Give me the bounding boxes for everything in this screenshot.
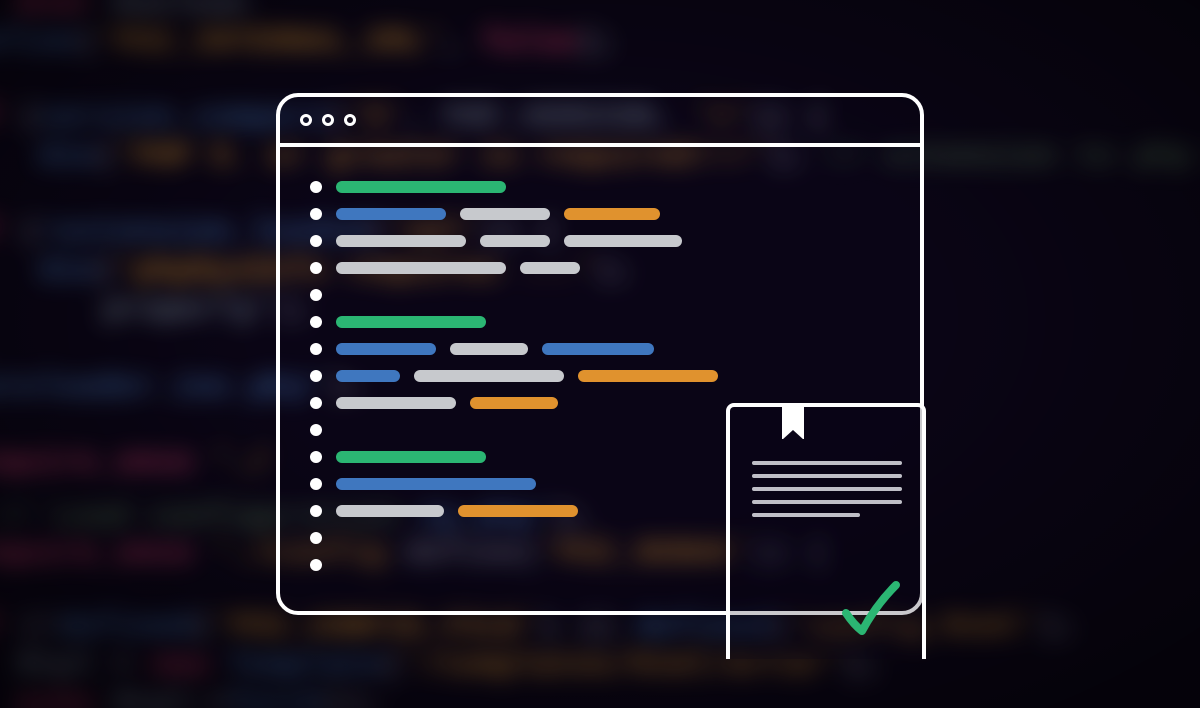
line-bullet-icon xyxy=(310,289,322,301)
illustration-stage xyxy=(0,0,1200,708)
document-card xyxy=(726,403,926,659)
code-line xyxy=(310,173,890,200)
code-line xyxy=(310,362,890,389)
code-token-gray xyxy=(480,235,550,247)
code-token-gray xyxy=(414,370,564,382)
window-control-icon xyxy=(300,114,312,126)
checkmark-icon xyxy=(836,575,906,645)
code-line xyxy=(310,335,890,362)
code-token-green xyxy=(336,181,506,193)
document-text-line xyxy=(752,487,902,491)
code-token-gray xyxy=(460,208,550,220)
code-line xyxy=(310,281,890,308)
line-bullet-icon xyxy=(310,397,322,409)
window-titlebar xyxy=(280,97,920,147)
line-bullet-icon xyxy=(310,235,322,247)
line-bullet-icon xyxy=(310,451,322,463)
line-bullet-icon xyxy=(310,262,322,274)
line-bullet-icon xyxy=(310,316,322,328)
window-control-icon xyxy=(344,114,356,126)
code-token-orange xyxy=(470,397,558,409)
window-control-icon xyxy=(322,114,334,126)
code-token-gray xyxy=(336,505,444,517)
line-bullet-icon xyxy=(310,181,322,193)
line-bullet-icon xyxy=(310,478,322,490)
document-text-lines xyxy=(752,461,900,517)
code-token-gray xyxy=(336,397,456,409)
document-text-line xyxy=(752,461,902,465)
code-token-orange xyxy=(458,505,578,517)
bookmark-icon xyxy=(782,403,804,439)
document-text-line xyxy=(752,500,902,504)
document-text-line xyxy=(752,474,902,478)
line-bullet-icon xyxy=(310,424,322,436)
code-line xyxy=(310,308,890,335)
code-token-blue xyxy=(542,343,654,355)
code-token-blue xyxy=(336,208,446,220)
code-token-orange xyxy=(578,370,718,382)
code-token-gray xyxy=(450,343,528,355)
code-token-orange xyxy=(564,208,660,220)
editor-window-illustration xyxy=(276,93,924,615)
line-bullet-icon xyxy=(310,370,322,382)
line-bullet-icon xyxy=(310,505,322,517)
code-token-blue xyxy=(336,343,436,355)
code-line xyxy=(310,254,890,281)
code-line xyxy=(310,227,890,254)
code-token-gray xyxy=(336,262,506,274)
line-bullet-icon xyxy=(310,532,322,544)
line-bullet-icon xyxy=(310,559,322,571)
code-token-gray xyxy=(564,235,682,247)
code-token-green xyxy=(336,316,486,328)
line-bullet-icon xyxy=(310,208,322,220)
code-token-gray xyxy=(520,262,580,274)
code-token-blue xyxy=(336,478,536,490)
code-token-gray xyxy=(336,235,466,247)
code-token-blue xyxy=(336,370,400,382)
code-line xyxy=(310,200,890,227)
line-bullet-icon xyxy=(310,343,322,355)
code-token-green xyxy=(336,451,486,463)
document-text-line xyxy=(752,513,860,517)
